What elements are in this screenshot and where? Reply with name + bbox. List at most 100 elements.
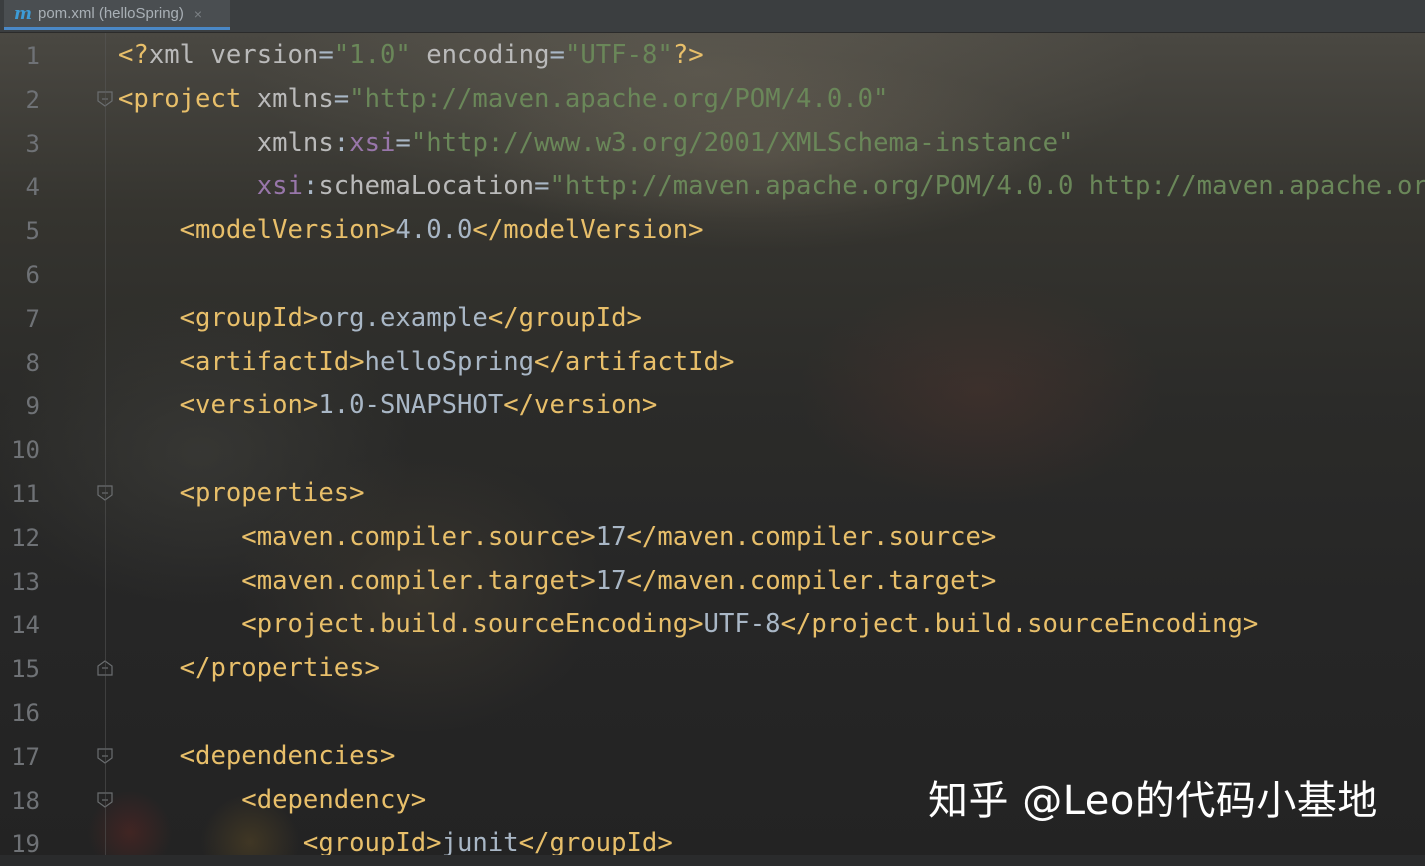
line-number: 16 (0, 691, 40, 735)
code-token: org.example (318, 303, 488, 333)
code-token: xsi (257, 171, 303, 201)
line-number: 17 (0, 735, 40, 779)
line-number: 12 (0, 516, 40, 560)
line-number: 7 (0, 297, 40, 341)
code-token (118, 128, 257, 158)
code-token: "http://maven.apache.org/POM/4.0.0 http:… (550, 171, 1425, 201)
code-token: xsi (349, 128, 395, 158)
code-token: </maven.compiler.target> (627, 566, 997, 596)
code-token (118, 653, 180, 683)
code-token: </groupId> (519, 828, 673, 855)
code-token (411, 40, 426, 70)
line-number: 3 (0, 122, 40, 166)
close-icon[interactable]: × (194, 6, 202, 22)
code-token: "UTF-8" (565, 40, 673, 70)
code-token: <dependencies> (180, 741, 396, 771)
code-line[interactable]: <dependencies> (118, 734, 395, 778)
code-token: </maven.compiler.source> (627, 522, 997, 552)
code-line[interactable]: <?xml version="1.0" encoding="UTF-8"?> (118, 33, 704, 77)
code-line[interactable]: <groupId>junit</groupId> (118, 821, 673, 855)
code-editor[interactable]: <?xml version="1.0" encoding="UTF-8"?><p… (118, 33, 1425, 855)
code-token (118, 522, 241, 552)
code-token (118, 828, 303, 855)
line-number: 4 (0, 165, 40, 209)
line-number-gutter: 12345678910111213141516171819 (0, 33, 105, 855)
code-line[interactable]: </properties> (118, 646, 380, 690)
code-token: xml (149, 40, 211, 70)
code-token: </project.build.sourceEncoding> (781, 609, 1259, 639)
code-token: version (210, 40, 318, 70)
code-token: </modelVersion> (472, 215, 703, 245)
line-number: 6 (0, 253, 40, 297)
code-line[interactable]: <artifactId>helloSpring</artifactId> (118, 340, 734, 384)
line-number: 9 (0, 384, 40, 428)
tab-pom-xml[interactable]: m pom.xml (helloSpring) × (4, 0, 230, 30)
code-token: : (303, 171, 318, 201)
code-token: = (395, 128, 410, 158)
code-token (118, 609, 241, 639)
code-token (118, 171, 257, 201)
editor-tab-bar: m pom.xml (helloSpring) × (0, 0, 1425, 33)
code-token: <maven.compiler.target> (241, 566, 595, 596)
line-number: 1 (0, 34, 40, 78)
gutter-divider (105, 33, 106, 855)
code-token (118, 347, 180, 377)
code-token: <properties> (180, 478, 365, 508)
code-line[interactable]: <project.build.sourceEncoding>UTF-8</pro… (118, 602, 1258, 646)
code-token: <artifactId> (180, 347, 365, 377)
code-line[interactable]: <modelVersion>4.0.0</modelVersion> (118, 208, 704, 252)
code-token: "1.0" (334, 40, 411, 70)
code-token (118, 741, 180, 771)
code-token (118, 303, 180, 333)
code-token: junit (442, 828, 519, 855)
code-token: <project (118, 84, 257, 114)
code-line[interactable]: xmlns:xsi="http://www.w3.org/2001/XMLSch… (118, 121, 1073, 165)
code-token: <modelVersion> (180, 215, 396, 245)
code-token (118, 215, 180, 245)
code-token: <groupId> (303, 828, 442, 855)
line-number: 10 (0, 428, 40, 472)
code-line[interactable]: <properties> (118, 471, 365, 515)
code-line[interactable]: <version>1.0-SNAPSHOT</version> (118, 383, 657, 427)
code-token: schemaLocation (318, 171, 534, 201)
code-token: : (334, 128, 349, 158)
code-token (118, 566, 241, 596)
line-number: 8 (0, 341, 40, 385)
code-line[interactable]: <dependency> (118, 778, 426, 822)
code-token (118, 785, 241, 815)
tab-label: pom.xml (helloSpring) (38, 5, 184, 22)
code-token: </properties> (180, 653, 380, 683)
code-token: xmlns (257, 84, 334, 114)
code-token: </artifactId> (534, 347, 734, 377)
code-token: encoding (426, 40, 549, 70)
code-token: <groupId> (180, 303, 319, 333)
code-line[interactable]: <groupId>org.example</groupId> (118, 296, 642, 340)
code-token: helloSpring (365, 347, 535, 377)
code-token: "http://maven.apache.org/POM/4.0.0" (349, 84, 888, 114)
code-token: UTF-8 (704, 609, 781, 639)
code-line[interactable]: <maven.compiler.source>17</maven.compile… (118, 515, 996, 559)
code-token: ?> (673, 40, 704, 70)
code-line[interactable]: <maven.compiler.target>17</maven.compile… (118, 559, 996, 603)
code-token: 1.0-SNAPSHOT (318, 390, 503, 420)
code-token: <dependency> (241, 785, 426, 815)
code-line[interactable]: xsi:schemaLocation="http://maven.apache.… (118, 164, 1425, 208)
line-number: 19 (0, 822, 40, 866)
code-token (118, 478, 180, 508)
code-token: = (334, 84, 349, 114)
code-token: <? (118, 40, 149, 70)
code-token: 4.0.0 (395, 215, 472, 245)
code-token: <project.build.sourceEncoding> (241, 609, 703, 639)
code-token: "http://www.w3.org/2001/XMLSchema-instan… (411, 128, 1074, 158)
code-line[interactable]: <project xmlns="http://maven.apache.org/… (118, 77, 888, 121)
line-number: 13 (0, 560, 40, 604)
code-token: <maven.compiler.source> (241, 522, 595, 552)
line-number: 18 (0, 779, 40, 823)
code-token: </groupId> (488, 303, 642, 333)
line-number: 2 (0, 78, 40, 122)
watermark: 知乎 @Leo的代码小基地 (928, 768, 1378, 826)
code-token: </version> (503, 390, 657, 420)
line-number: 11 (0, 472, 40, 516)
code-token: = (318, 40, 333, 70)
code-token: xmlns (257, 128, 334, 158)
